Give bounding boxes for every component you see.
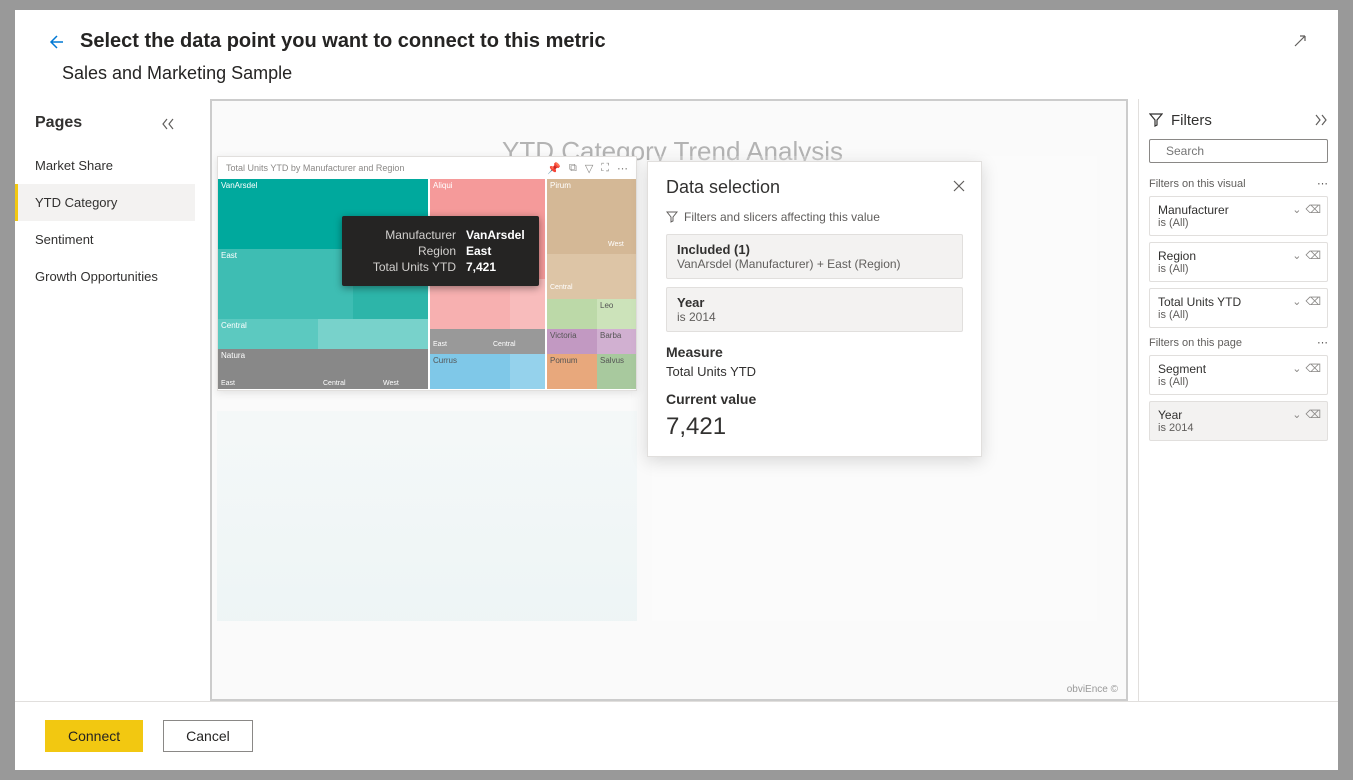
treemap-cell[interactable] [510,279,545,329]
measure-heading: Measure [666,344,963,360]
treemap-cell[interactable]: Barba [597,329,636,354]
expand-filters-icon[interactable] [1314,111,1328,129]
visual-toolbar: 📌 ⧉ ▽ ⛶ ⋯ [547,162,628,175]
map-visual[interactable] [217,411,637,621]
back-arrow-icon[interactable] [45,32,65,52]
collapse-pages-icon[interactable] [161,115,175,131]
filter-search[interactable] [1149,139,1328,163]
clear-icon[interactable]: ⌫ [1305,203,1321,216]
included-detail: VanArsdel (Manufacturer) + East (Region) [677,257,952,271]
visual-filters-section: Filters on this visual ⋯ [1149,177,1328,190]
cancel-button[interactable]: Cancel [163,720,253,752]
more-icon[interactable]: ⋯ [617,162,628,175]
treemap-cell[interactable]: East [218,249,353,319]
treemap-cell[interactable]: Salvus [597,354,636,389]
report-canvas: YTD Category Trend Analysis Total Units … [210,99,1128,701]
more-icon[interactable]: ⋯ [1317,177,1328,190]
pages-label: Pages [35,114,82,132]
tooltip-row: Total Units YTD7,421 [356,260,525,274]
treemap-cell[interactable]: Pomum [547,354,597,389]
tooltip-row: RegionEast [356,244,525,258]
treemap-cell[interactable]: Currus [430,354,510,389]
obvience-credit: obviEnce © [1067,684,1118,695]
filter-card-manufacturer[interactable]: Manufacturer is (All) ⌄⌫ [1149,196,1328,236]
copy-icon[interactable]: ⧉ [569,162,577,175]
page-item-market-share[interactable]: Market Share [15,147,195,184]
filters-affecting-label: Filters and slicers affecting this value [666,210,963,224]
close-icon[interactable] [952,177,966,195]
current-value: 7,421 [666,413,963,441]
dialog-footer: Connect Cancel [15,701,1338,770]
treemap-cell[interactable] [547,299,597,329]
filter-card-segment[interactable]: Segment is (All) ⌄⌫ [1149,355,1328,395]
expand-icon[interactable] [1292,32,1308,50]
treemap-cell[interactable] [430,279,510,329]
page-filters-section: Filters on this page ⋯ [1149,336,1328,349]
pages-panel: Pages Market Share YTD Category Sentimen… [15,99,195,701]
focus-icon[interactable]: ⛶ [601,162,609,175]
filter-search-input[interactable] [1166,144,1321,158]
data-selection-panel: Data selection Filters and slicers affec… [647,161,982,457]
treemap-cell[interactable]: Victoria [547,329,597,354]
chevron-down-icon[interactable]: ⌄ [1292,362,1301,375]
measure-value: Total Units YTD [666,364,963,379]
clear-icon[interactable]: ⌫ [1305,295,1321,308]
connect-metric-dialog: Select the data point you want to connec… [15,10,1338,770]
tooltip-row: ManufacturerVanArsdel [356,228,525,242]
page-item-ytd-category[interactable]: YTD Category [15,184,195,221]
current-value-heading: Current value [666,391,963,407]
chevron-down-icon[interactable]: ⌄ [1292,295,1301,308]
filter-icon[interactable]: ▽ [585,162,593,175]
filters-title: Filters [1149,112,1212,129]
pin-icon[interactable]: 📌 [547,162,561,175]
chevron-down-icon[interactable]: ⌄ [1292,203,1301,216]
datapoint-tooltip: ManufacturerVanArsdel RegionEast Total U… [342,216,539,286]
filter-card-region[interactable]: Region is (All) ⌄⌫ [1149,242,1328,282]
treemap-cell[interactable]: Central [218,319,318,349]
report-subtitle: Sales and Marketing Sample [15,63,1338,99]
pages-heading: Pages [15,109,195,147]
chevron-down-icon[interactable]: ⌄ [1292,408,1301,421]
filter-icon [1149,113,1163,127]
year-title: Year [677,295,952,310]
treemap-title: Total Units YTD by Manufacturer and Regi… [226,163,404,173]
filter-icon [666,211,678,223]
page-item-sentiment[interactable]: Sentiment [15,221,195,258]
treemap-header: Total Units YTD by Manufacturer and Regi… [218,157,636,179]
chevron-down-icon[interactable]: ⌄ [1292,249,1301,262]
treemap-cell[interactable]: Leo [597,299,636,329]
connect-button[interactable]: Connect [45,720,143,752]
included-filter-box[interactable]: Included (1) VanArsdel (Manufacturer) + … [666,234,963,279]
clear-icon[interactable]: ⌫ [1305,249,1321,262]
year-filter-box[interactable]: Year is 2014 [666,287,963,332]
treemap-cell[interactable] [547,254,636,299]
filters-panel: Filters Filters on this visual ⋯ Manufac… [1138,99,1338,701]
treemap-cell[interactable] [510,354,545,389]
dialog-title: Select the data point you want to connec… [80,30,606,53]
treemap-cell[interactable] [318,319,428,349]
dialog-header: Select the data point you want to connec… [15,10,1338,63]
dialog-body: Pages Market Share YTD Category Sentimen… [15,99,1338,701]
filter-card-units[interactable]: Total Units YTD is (All) ⌄⌫ [1149,288,1328,328]
year-detail: is 2014 [677,310,952,324]
clear-icon[interactable]: ⌫ [1305,408,1321,421]
treemap-cell[interactable] [430,329,545,354]
filters-header: Filters [1149,111,1328,129]
included-title: Included (1) [677,242,952,257]
data-panel-title: Data selection [666,177,963,198]
page-item-growth[interactable]: Growth Opportunities [15,258,195,295]
clear-icon[interactable]: ⌫ [1305,362,1321,375]
filter-card-year[interactable]: Year is 2014 ⌄⌫ [1149,401,1328,441]
more-icon[interactable]: ⋯ [1317,336,1328,349]
